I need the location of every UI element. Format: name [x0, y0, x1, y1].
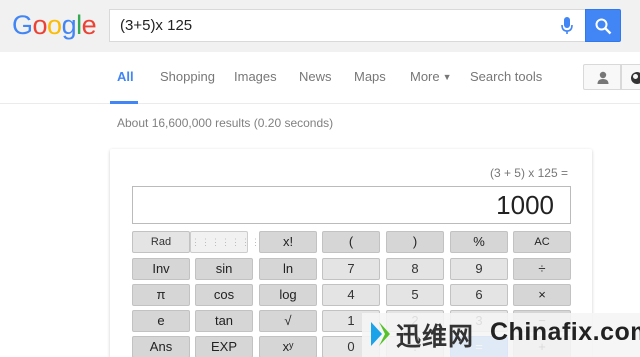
search-box: [109, 9, 585, 42]
person-icon: [597, 71, 609, 84]
tab-maps[interactable]: Maps: [354, 69, 386, 84]
search-button[interactable]: [585, 9, 621, 42]
logo-letter: e: [81, 10, 97, 40]
tab-shopping[interactable]: Shopping: [160, 69, 215, 84]
key-5[interactable]: 5: [386, 284, 444, 306]
calculator-expression: (3 + 5) x 125 =: [489, 166, 568, 180]
calculator-display: 1000: [132, 186, 571, 224]
tab-search-tools[interactable]: Search tools: [470, 69, 542, 84]
logo-letter: g: [61, 10, 77, 40]
globe-button[interactable]: [621, 64, 640, 90]
key-power[interactable]: xʸ: [259, 336, 317, 357]
key-4[interactable]: 4: [322, 284, 380, 306]
key-8[interactable]: 8: [386, 258, 444, 280]
key-e[interactable]: e: [132, 310, 190, 332]
search-input[interactable]: [120, 10, 540, 41]
tab-news[interactable]: News: [299, 69, 332, 84]
key-log[interactable]: log: [259, 284, 317, 306]
caret-down-icon: ▼: [442, 72, 452, 82]
key-6[interactable]: 6: [450, 284, 508, 306]
key-inv[interactable]: Inv: [132, 258, 190, 280]
google-logo[interactable]: Google: [12, 10, 97, 41]
key-close-paren[interactable]: ): [386, 231, 444, 253]
active-tab-indicator: [110, 101, 138, 104]
header-bar: Google: [0, 0, 640, 52]
key-pi[interactable]: π: [132, 284, 190, 306]
key-factorial[interactable]: x!: [259, 231, 317, 253]
result-stats: About 16,600,000 results (0.20 seconds): [117, 116, 334, 130]
logo-letter: G: [12, 10, 33, 40]
key-ln[interactable]: ln: [259, 258, 317, 280]
account-button[interactable]: [583, 64, 621, 90]
key-tan[interactable]: tan: [195, 310, 253, 332]
tab-more-label: More: [410, 69, 440, 84]
tab-all[interactable]: All: [117, 69, 134, 84]
key-ans[interactable]: Ans: [132, 336, 190, 357]
tab-images[interactable]: Images: [234, 69, 277, 84]
microphone-icon[interactable]: [560, 16, 574, 36]
search-icon: [595, 18, 612, 35]
chinafix-logo-icon: [371, 322, 390, 346]
tab-more[interactable]: More ▼: [410, 69, 452, 84]
key-multiply[interactable]: ×: [513, 284, 571, 306]
key-sqrt[interactable]: √: [259, 310, 317, 332]
key-divide[interactable]: ÷: [513, 258, 571, 280]
logo-letter: o: [47, 10, 62, 40]
watermark: 迅维网 Chinafix.com: [362, 313, 640, 357]
key-9[interactable]: 9: [450, 258, 508, 280]
calculator-result: 1000: [496, 190, 554, 220]
watermark-cn-text: 迅维网: [396, 323, 475, 351]
search-tabs: All Shopping Images News Maps More ▼ Sear…: [0, 52, 640, 104]
key-sin[interactable]: sin: [195, 258, 253, 280]
key-percent[interactable]: %: [450, 231, 508, 253]
key-exp[interactable]: EXP: [195, 336, 253, 357]
logo-letter: o: [32, 10, 48, 40]
key-deg[interactable]: ⋮⋮⋮⋮⋮⋮⋮⋮: [190, 231, 270, 253]
key-7[interactable]: 7: [322, 258, 380, 280]
key-ac[interactable]: AC: [513, 231, 571, 253]
key-cos[interactable]: cos: [195, 284, 253, 306]
key-rad[interactable]: Rad: [132, 231, 190, 253]
key-open-paren[interactable]: (: [322, 231, 380, 253]
globe-icon: [631, 72, 640, 84]
watermark-en-text: Chinafix.com: [490, 318, 640, 346]
